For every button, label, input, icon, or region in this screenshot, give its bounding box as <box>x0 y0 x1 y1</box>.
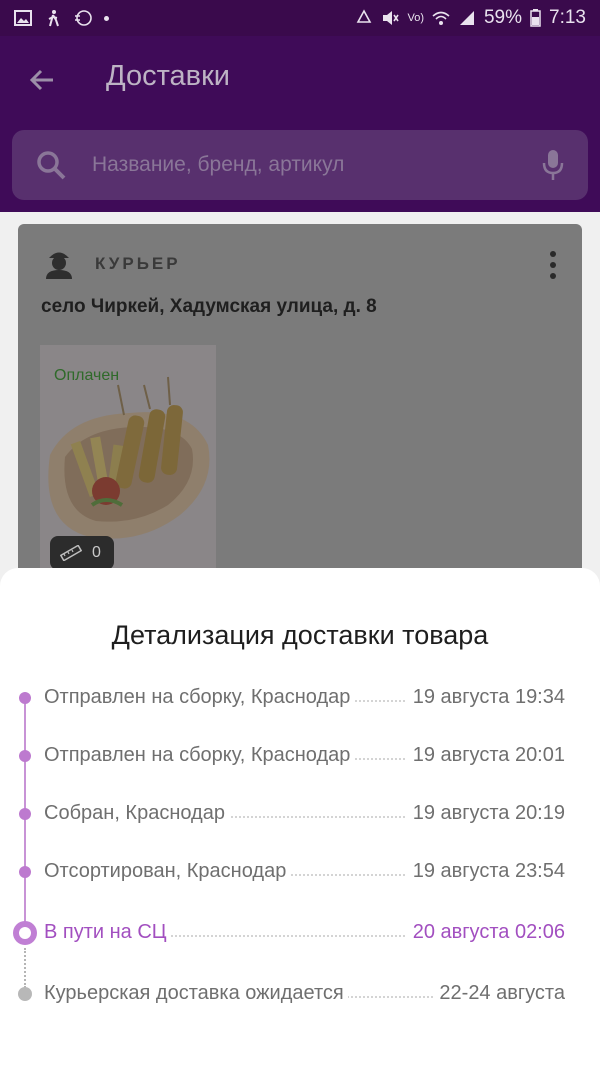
page-title: Доставки <box>106 60 230 92</box>
event-time: 19 августа 20:19 <box>406 802 565 825</box>
courier-icon <box>46 252 72 279</box>
signal-icon <box>458 9 476 27</box>
ruler-icon <box>60 545 82 561</box>
event-text: Курьерская доставка ожидается <box>44 982 348 1005</box>
event-time: 19 августа 20:01 <box>406 744 565 767</box>
delivery-details-sheet: Детализация доставки товара Отправлен на… <box>0 568 600 1066</box>
event-time: 19 августа 19:34 <box>406 686 565 709</box>
more-vertical-icon[interactable] <box>548 250 558 280</box>
event-text: Отправлен на сборку, Краснодар <box>44 686 355 709</box>
more-notifications-dot <box>104 15 109 21</box>
event-text: Отправлен на сборку, Краснодар <box>44 744 355 767</box>
volte-label: Vo) <box>407 12 424 24</box>
delivery-card[interactable]: КУРЬЕР село Чиркей, Хадумская улица, д. … <box>18 224 582 604</box>
battery-percent: 59% <box>483 7 523 28</box>
walking-icon <box>44 9 62 27</box>
delivery-address: село Чиркей, Хадумская улица, д. 8 <box>41 296 377 317</box>
mute-icon <box>381 9 400 27</box>
system-icons: Vo) 59% 7:13 <box>355 7 586 29</box>
delivery-timeline: Отправлен на сборку, Краснодар 19 август… <box>0 568 600 1066</box>
microphone-icon[interactable] <box>540 148 566 182</box>
event-text: Отсортирован, Краснодар <box>44 860 291 883</box>
arrow-left-icon <box>29 69 53 91</box>
event-time: 22-24 августа <box>433 982 565 1005</box>
app-bar: Доставки <box>0 36 600 212</box>
timeline-event: Отсортирован, Краснодар 19 августа 23:54 <box>0 857 600 887</box>
event-text: Собран, Краснодар <box>44 802 229 825</box>
delivery-type-label: КУРЬЕР <box>95 254 181 273</box>
search-input[interactable] <box>92 153 540 177</box>
image-icon <box>14 9 32 27</box>
event-time: 19 августа 23:54 <box>406 860 565 883</box>
search-bar[interactable] <box>12 130 588 200</box>
event-done-dot <box>19 750 31 762</box>
back-button[interactable] <box>24 62 60 98</box>
timeline-event: Отправлен на сборку, Краснодар 19 август… <box>0 683 600 713</box>
payment-status: Оплачен <box>54 367 120 384</box>
size-count: 0 <box>92 544 101 561</box>
timeline-event-pending: Курьерская доставка ожидается 22-24 авгу… <box>0 979 600 1009</box>
timeline-event: Собран, Краснодар 19 августа 20:19 <box>0 799 600 829</box>
event-done-dot <box>19 692 31 704</box>
recycle-icon <box>355 9 373 27</box>
event-done-dot <box>19 866 31 878</box>
data-saver-icon <box>74 9 92 27</box>
search-icon <box>37 151 66 180</box>
event-pending-dot <box>18 987 32 1001</box>
notification-icons <box>14 9 109 27</box>
size-badge[interactable]: 0 <box>50 536 114 570</box>
event-current-dot <box>13 921 37 945</box>
timeline-event: Отправлен на сборку, Краснодар 19 август… <box>0 741 600 771</box>
timeline-event-current: В пути на СЦ 20 августа 02:06 <box>0 918 600 948</box>
event-done-dot <box>19 808 31 820</box>
wifi-icon <box>432 9 450 27</box>
event-text: В пути на СЦ <box>44 921 171 944</box>
status-bar: Vo) 59% 7:13 <box>0 0 600 36</box>
event-time: 20 августа 02:06 <box>406 921 565 944</box>
battery-icon <box>530 9 541 27</box>
clock: 7:13 <box>549 7 586 28</box>
